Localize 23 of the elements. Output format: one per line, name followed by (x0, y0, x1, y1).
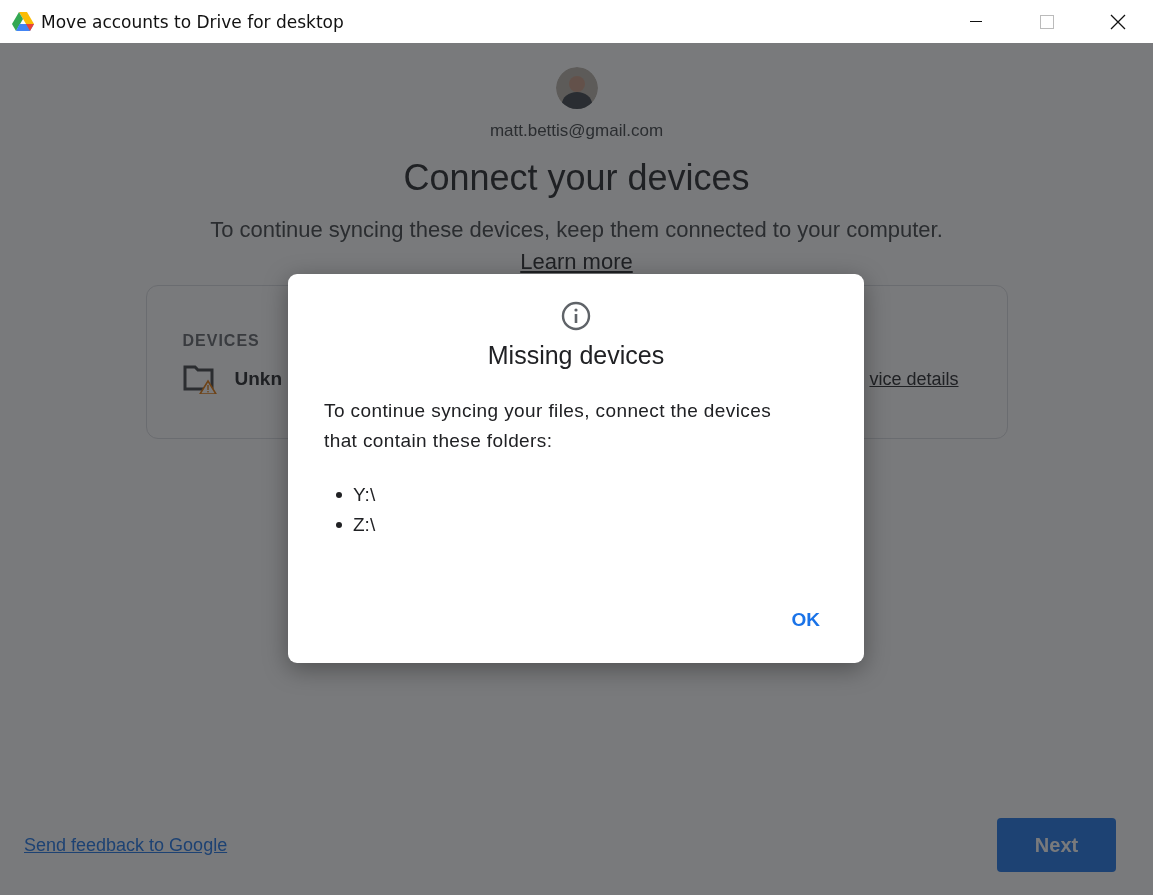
window-title: Move accounts to Drive for desktop (41, 11, 345, 32)
dialog-message: To continue syncing your files, connect the devices that contain these folders: (324, 399, 773, 453)
page-heading: Connect your devices (403, 157, 750, 199)
minimize-icon (969, 20, 982, 23)
feedback-link[interactable]: Send feedback to Google (24, 834, 228, 856)
page-description: To continue syncing these devices, keep them connected to your computer. (210, 217, 943, 243)
device-details-link[interactable]: vice details (869, 368, 959, 390)
device-name: Unkn (234, 368, 282, 390)
folder-path: Z:\ (353, 514, 376, 536)
bullet-icon (336, 492, 342, 498)
close-icon (1109, 13, 1126, 30)
avatar (555, 67, 598, 109)
account-email: matt.bettis@gmail.com (489, 121, 664, 141)
ok-button[interactable]: OK (777, 601, 834, 639)
info-icon (561, 301, 591, 331)
next-button[interactable]: Next (997, 818, 1116, 872)
bullet-icon (336, 522, 342, 528)
maximize-icon (1039, 14, 1054, 29)
learn-more-link[interactable]: Learn more (520, 249, 633, 275)
drive-logo-icon (12, 12, 34, 31)
folder-path: Y:\ (353, 484, 376, 506)
dialog-title: Missing devices (487, 341, 665, 370)
section-label: DEVICES (182, 332, 261, 350)
